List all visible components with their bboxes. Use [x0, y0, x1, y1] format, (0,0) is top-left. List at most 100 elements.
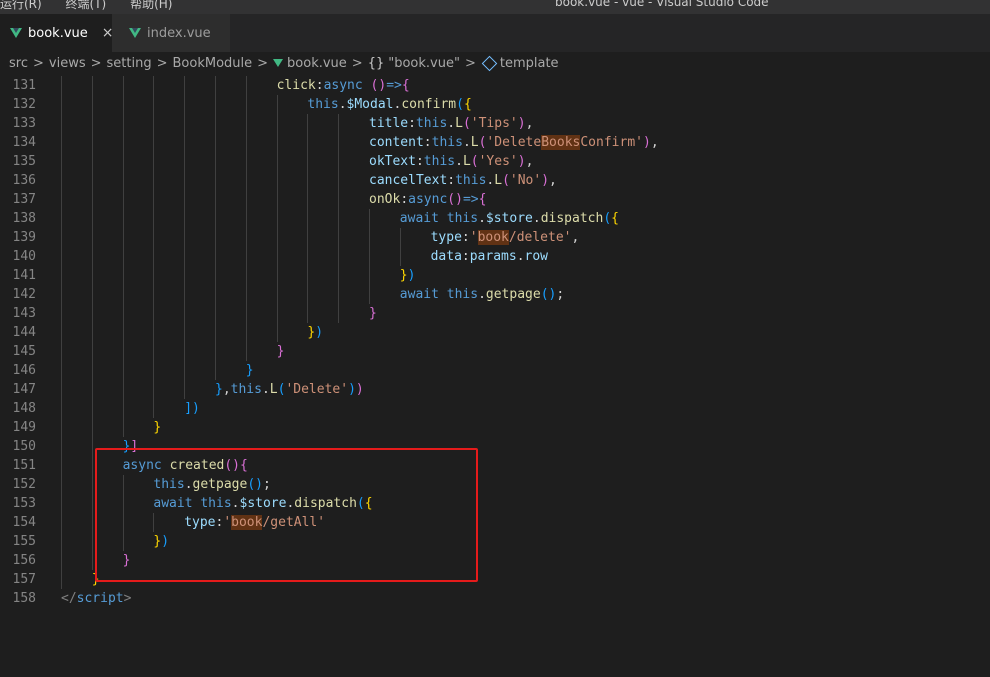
breadcrumb-item-file[interactable]: book.vue: [287, 56, 347, 71]
code-line[interactable]: 148]): [0, 399, 990, 418]
indent-guide: [122, 323, 124, 342]
line-number: 145: [12, 344, 36, 359]
indent-guide: [276, 285, 278, 304]
indent-guide: [91, 494, 93, 513]
code-token: ): [642, 135, 651, 150]
code-line[interactable]: 149}: [0, 418, 990, 437]
code-token: .: [338, 97, 347, 112]
code-line[interactable]: 140 data:params.row: [0, 247, 990, 266]
indent-guide: [153, 304, 155, 323]
code-text: await this.$store.dispatch({: [400, 209, 619, 228]
indent-guide: [91, 437, 93, 456]
code-editor[interactable]: 131 click:async ()=>{132 this.$Modal.confi…: [0, 75, 990, 677]
code-line[interactable]: 143}: [0, 304, 990, 323]
breadcrumb-item-bookmodule[interactable]: BookModule: [173, 56, 253, 71]
indent-guide: [91, 228, 93, 247]
line-number: 136: [12, 173, 36, 188]
code-text: title:this.L('Tips'),: [369, 114, 533, 133]
line-number: 146: [12, 363, 36, 378]
code-line[interactable]: 158 </script>: [0, 589, 990, 608]
code-line[interactable]: 144}): [0, 323, 990, 342]
breadcrumb-item-setting[interactable]: setting: [107, 56, 152, 71]
code-line[interactable]: 137 onOk:async()=>{: [0, 190, 990, 209]
tab-index-vue[interactable]: index.vue: [112, 14, 230, 52]
indent-guide: [184, 133, 186, 152]
code-token: L: [462, 154, 471, 169]
breadcrumb-item-component[interactable]: "book.vue": [388, 56, 460, 71]
indent-guide: [276, 304, 278, 323]
indent-guide: [61, 266, 62, 285]
code-line[interactable]: 133 title:this.L('Tips'),: [0, 114, 990, 133]
indent-guide: [61, 133, 62, 152]
code-line[interactable]: 136 cancelText:this.L('No'),: [0, 171, 990, 190]
menu-help[interactable]: 帮助(H): [130, 0, 172, 11]
chevron-right-icon: >: [156, 55, 168, 71]
indent-guide: [153, 342, 155, 361]
breadcrumb-item-template[interactable]: template: [500, 56, 559, 71]
code-token: (: [470, 154, 479, 169]
code-line[interactable]: 134 content:this.L('DeleteBooksConfirm'),: [0, 133, 990, 152]
indent-guide: [307, 114, 309, 133]
code-token: ): [348, 382, 356, 397]
indent-guide: [215, 152, 216, 171]
indent-guide: [153, 114, 155, 133]
code-line[interactable]: 135 okText:this.L('Yes'),: [0, 152, 990, 171]
menu-run[interactable]: 运行(R): [0, 0, 42, 11]
indent-guide: [215, 285, 216, 304]
indent-guide: [215, 361, 216, 380]
indent-guide: [307, 304, 309, 323]
indent-guide: [338, 152, 340, 171]
code-token: $store: [485, 211, 533, 226]
code-line[interactable]: 146}: [0, 361, 990, 380]
code-token: data: [430, 249, 462, 264]
code-token: {: [401, 78, 410, 93]
indent-guide: [184, 266, 186, 285]
indent-guide: [153, 285, 155, 304]
breadcrumb: src > views > setting > BookModule > boo…: [0, 52, 990, 74]
code-line[interactable]: 131 click:async ()=>{: [0, 76, 990, 95]
indent-guide: [184, 285, 186, 304]
breadcrumb-item-views[interactable]: views: [49, 56, 86, 71]
indent-guide: [245, 247, 247, 266]
code-token: this: [431, 135, 463, 150]
code-token: ;: [556, 287, 565, 302]
tab-book-vue[interactable]: book.vue ×: [0, 14, 114, 52]
code-line[interactable]: 138 await this.$store.dispatch({: [0, 209, 990, 228]
code-line[interactable]: 145}: [0, 342, 990, 361]
code-token: L: [269, 382, 278, 397]
code-text: cancelText:this.L('No'),: [369, 171, 557, 190]
code-line[interactable]: 139 type:'book/delete',: [0, 228, 990, 247]
indent-guide: [153, 209, 155, 228]
line-number: 140: [12, 249, 36, 264]
code-token: ,: [650, 135, 659, 150]
line-number: 138: [12, 211, 36, 226]
code-line[interactable]: 141}): [0, 266, 990, 285]
indent-guide: [61, 95, 62, 114]
code-line[interactable]: 147},this.L('Delete')): [0, 380, 990, 399]
line-number: 142: [12, 287, 36, 302]
code-line[interactable]: 142 await this.getpage();: [0, 285, 990, 304]
menu-terminal[interactable]: 终端(T): [66, 0, 107, 11]
indent-guide: [91, 361, 93, 380]
code-token: (: [456, 97, 464, 112]
indent-guide: [91, 95, 93, 114]
code-token: await: [399, 287, 447, 302]
indent-guide: [61, 323, 62, 342]
code-token: .: [478, 211, 486, 226]
indent-guide: [338, 285, 340, 304]
code-token: ): [517, 116, 526, 131]
code-line[interactable]: 132 this.$Modal.confirm({: [0, 95, 990, 114]
code-token: L: [470, 135, 479, 150]
line-number: 155: [12, 534, 36, 549]
indent-guide: [184, 323, 186, 342]
code-token: :: [415, 154, 424, 169]
code-text: content:this.L('DeleteBooksConfirm'),: [369, 133, 659, 152]
code-token: ]): [184, 401, 200, 416]
breadcrumb-item-src[interactable]: src: [9, 56, 28, 71]
code-token: {: [478, 192, 487, 207]
code-token: >: [123, 591, 132, 606]
code-token: (): [447, 192, 463, 207]
indent-guide: [91, 133, 93, 152]
indent-guide: [276, 190, 278, 209]
indent-guide: [91, 380, 93, 399]
